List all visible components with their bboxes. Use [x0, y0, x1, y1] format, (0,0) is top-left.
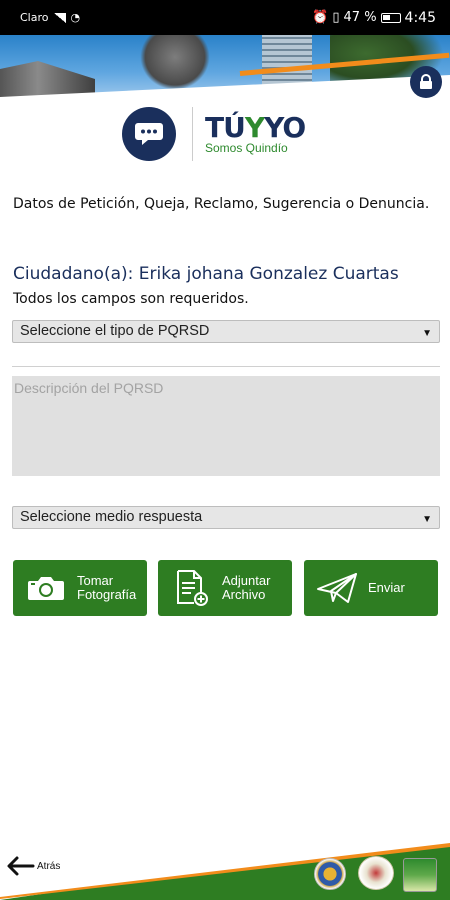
- lock-button[interactable]: [410, 66, 442, 98]
- attach-file-label-line1: Adjuntar: [222, 573, 271, 588]
- status-bar: Claro ◔ ⏰ ▯ 47 % 4:45: [0, 0, 450, 35]
- citizen-name: Ciudadano(a): Erika johana Gonzalez Cuar…: [13, 264, 399, 284]
- battery-percent: 47 %: [343, 10, 377, 25]
- back-arrow-icon: [7, 856, 35, 876]
- banner-statue: [140, 35, 210, 90]
- carrier-label: Claro: [20, 11, 49, 24]
- lock-icon: [420, 74, 432, 89]
- logo-main-prefix: TÚ: [205, 111, 246, 144]
- clock: 4:45: [404, 9, 436, 26]
- required-note: Todos los campos son requeridos.: [13, 291, 249, 307]
- attach-document-icon: [166, 567, 216, 609]
- description-placeholder: Descripción del PQRSD: [14, 380, 164, 396]
- logo-main-suffix: YO: [264, 111, 306, 144]
- logo-main-v: Y: [244, 111, 265, 144]
- logo-subtitle: Somos Quindío: [205, 141, 288, 155]
- header-banner: [0, 35, 450, 97]
- back-button[interactable]: Atrás: [5, 855, 60, 877]
- take-photo-button[interactable]: Tomar Fotografía: [13, 560, 147, 616]
- wifi-icon: ◔: [70, 11, 81, 24]
- alarm-icon: ⏰: [312, 10, 329, 25]
- quindio-logo: [403, 858, 437, 892]
- take-photo-label-line2: Fotografía: [77, 587, 137, 602]
- attach-file-label: Adjuntar Archivo: [222, 574, 270, 602]
- government-seal-logo: [358, 856, 394, 890]
- status-left: Claro ◔: [20, 11, 80, 24]
- logo-divider: [192, 107, 193, 161]
- attach-file-button[interactable]: Adjuntar Archivo: [158, 560, 292, 616]
- banner-building: [0, 61, 95, 97]
- logo-wordmark: TÚYYO Somos Quindío: [205, 111, 306, 156]
- dropdown-arrow-icon: ▼: [422, 328, 432, 339]
- send-button[interactable]: Enviar: [304, 560, 438, 616]
- response-method-value: Seleccione medio respuesta: [20, 509, 203, 525]
- app-logo: TÚYYO Somos Quindío: [122, 105, 337, 163]
- take-photo-label-line1: Tomar: [77, 573, 114, 588]
- camera-icon: [21, 567, 71, 609]
- paper-plane-icon: [312, 567, 362, 609]
- dropdown-arrow-icon: ▼: [422, 514, 432, 525]
- description-textarea[interactable]: Descripción del PQRSD: [12, 376, 440, 476]
- pqrsd-type-select[interactable]: Seleccione el tipo de PQRSD ▼: [12, 320, 440, 343]
- department-seal-logo: [314, 858, 346, 890]
- attach-file-label-line2: Archivo: [222, 587, 266, 602]
- divider: [12, 366, 440, 367]
- vibrate-icon: ▯: [332, 10, 340, 25]
- back-label: Atrás: [37, 860, 61, 872]
- signal-icon: [53, 12, 66, 23]
- battery-icon: [380, 12, 401, 23]
- send-label: Enviar: [368, 580, 405, 595]
- pqrsd-type-value: Seleccione el tipo de PQRSD: [20, 323, 210, 339]
- take-photo-label: Tomar Fotografía: [77, 574, 136, 602]
- status-right: ⏰ ▯ 47 % 4:45: [312, 10, 436, 26]
- response-method-select[interactable]: Seleccione medio respuesta ▼: [12, 506, 440, 529]
- chat-bubble-icon: [122, 107, 176, 161]
- form-intro: Datos de Petición, Queja, Reclamo, Suger…: [13, 196, 430, 212]
